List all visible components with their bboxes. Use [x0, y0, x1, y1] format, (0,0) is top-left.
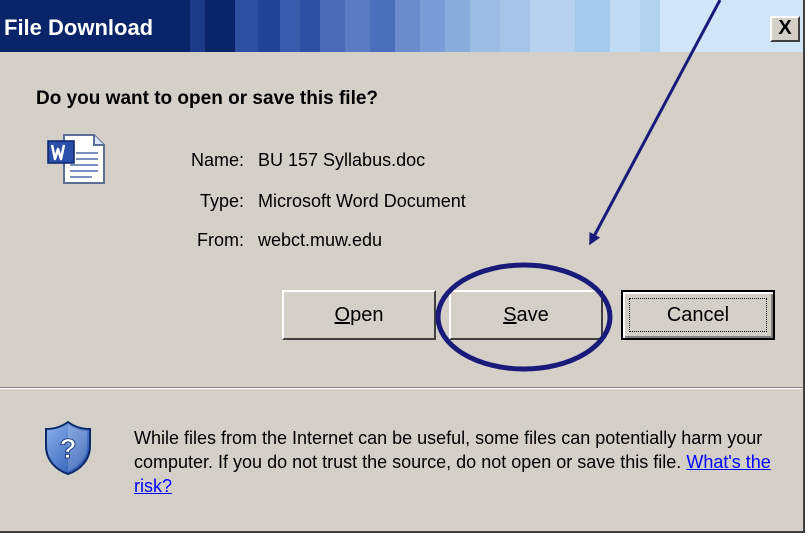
security-warning: While files from the Internet can be use… — [134, 426, 784, 498]
type-value: Microsoft Word Document — [258, 191, 466, 211]
dialog-question: Do you want to open or save this file? — [36, 88, 379, 109]
cancel-button[interactable]: Cancel — [621, 290, 775, 340]
shield-question-icon: ? — [45, 420, 91, 476]
from-label: From: — [197, 230, 244, 250]
save-button-label: ave — [516, 304, 549, 326]
open-button[interactable]: Open — [282, 290, 436, 340]
open-button-label: pen — [350, 304, 384, 326]
name-value: BU 157 Syllabus.doc — [258, 150, 426, 170]
screenshot-stage: File Download X Do you want to open or s… — [0, 0, 808, 537]
info-name-row: Name: BU 157 Syllabus.doc — [0, 150, 803, 174]
save-button[interactable]: Save — [449, 290, 603, 340]
focus-rectangle — [629, 298, 767, 332]
from-value: webct.muw.edu — [258, 230, 383, 250]
title-bar[interactable]: File Download X — [0, 0, 803, 52]
section-divider-highlight — [0, 388, 803, 389]
svg-text:?: ? — [59, 433, 76, 464]
open-button-accesskey: O — [334, 304, 351, 326]
save-button-accesskey: S — [503, 304, 517, 326]
info-from-row: From: webct.muw.edu — [0, 230, 803, 254]
type-label: Type: — [199, 191, 244, 211]
security-warning-text: While files from the Internet can be use… — [134, 428, 763, 472]
window-title: File Download — [4, 15, 154, 40]
close-icon: X — [778, 17, 792, 39]
info-type-row: Type: Microsoft Word Document — [0, 191, 803, 215]
file-download-dialog: File Download X Do you want to open or s… — [0, 0, 805, 533]
close-button[interactable]: X — [770, 16, 800, 42]
name-label: Name: — [190, 150, 244, 170]
